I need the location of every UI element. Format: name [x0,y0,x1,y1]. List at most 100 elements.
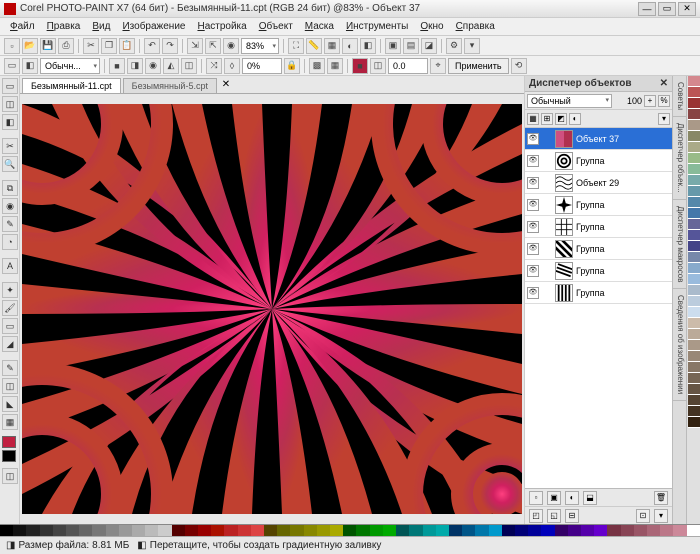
swatch[interactable] [172,525,185,536]
swatch[interactable] [688,329,700,340]
docker-tab[interactable]: Диспетчер объек... [673,117,686,200]
opacity-value[interactable]: 100 [614,96,642,106]
apply-button[interactable]: Применить [448,58,509,74]
docker-tab[interactable]: Диспетчер макросов [673,200,686,290]
transparency-tool-icon[interactable]: ▦ [2,414,18,430]
swatch[interactable] [277,525,290,536]
lock-icon[interactable]: 🔒 [284,58,300,74]
swatch[interactable] [92,525,105,536]
swatch[interactable] [53,525,66,536]
swatch[interactable] [304,525,317,536]
app2-icon[interactable]: ▤ [403,38,419,54]
document-tab[interactable]: Безымянный-5.cpt [123,78,217,93]
swatch[interactable] [688,296,700,307]
close-button[interactable]: ✕ [678,2,696,16]
lock-slot[interactable] [542,265,552,277]
blend-combo[interactable]: Обычн... [40,58,100,74]
visibility-icon[interactable]: 👁 [527,177,539,189]
visibility-icon[interactable]: 👁 [527,287,539,299]
swatch[interactable] [290,525,303,536]
picker-icon[interactable]: ⌖ [430,58,446,74]
swatch[interactable] [660,525,673,536]
ruler-icon[interactable]: 📏 [306,38,322,54]
layer-row[interactable]: 👁Группа [525,150,672,172]
lock-slot[interactable] [542,243,552,255]
swatch[interactable] [264,525,277,536]
app3-icon[interactable]: ◪ [421,38,437,54]
liquid-tool-icon[interactable]: ◔ [2,234,18,250]
swatch[interactable] [330,525,343,536]
swatch[interactable] [396,525,409,536]
swatch[interactable] [370,525,383,536]
clone-tool-icon[interactable]: ⧉ [2,180,18,196]
lock-slot[interactable] [542,177,552,189]
swatch[interactable] [462,525,475,536]
swatch[interactable] [688,307,700,318]
swatch[interactable] [688,373,700,384]
lock-slot[interactable] [542,155,552,167]
fill-conical-icon[interactable]: ◭ [163,58,179,74]
rect-tool-icon[interactable]: ▭ [4,58,20,74]
swatch[interactable] [555,525,568,536]
swatch[interactable] [647,525,660,536]
swatch[interactable] [79,525,92,536]
swatch[interactable] [185,525,198,536]
merge-icon[interactable]: ▦ [327,58,343,74]
swatch[interactable] [449,525,462,536]
swatch[interactable] [383,525,396,536]
swatch[interactable] [688,142,700,153]
shadow-tool-icon[interactable]: ◣ [2,396,18,412]
menu-инструменты[interactable]: Инструменты [340,19,414,34]
swatch[interactable] [145,525,158,536]
zoom-tool-icon[interactable]: 🔍 [2,156,18,172]
lock-pixel-icon[interactable]: ◩ [555,113,567,125]
swatch[interactable] [423,525,436,536]
layer-row[interactable]: 👁Объект 29 [525,172,672,194]
swatch[interactable] [541,525,554,536]
brush-tool-icon[interactable]: 🖌 [2,300,18,316]
visibility-icon[interactable]: 👁 [527,243,539,255]
swatch[interactable] [688,406,700,417]
swatch[interactable] [688,263,700,274]
redeye-tool-icon[interactable]: ◉ [2,198,18,214]
swatch[interactable] [688,186,700,197]
combine-icon[interactable]: ⬓ [583,491,597,505]
swatch[interactable] [238,525,251,536]
swatch[interactable] [688,362,700,373]
panel-close-icon[interactable]: ✕ [660,78,668,89]
swatch[interactable] [634,525,647,536]
swatch[interactable] [0,525,13,536]
swatch[interactable] [198,525,211,536]
swatch[interactable] [26,525,39,536]
swatch[interactable] [132,525,145,536]
reset-colors-icon[interactable]: ◫ [2,468,18,484]
eyedrop-tool-icon[interactable]: ✎ [2,360,18,376]
swatch[interactable] [119,525,132,536]
launch-icon[interactable]: ◉ [223,38,239,54]
lock-slot[interactable] [542,287,552,299]
visibility-icon[interactable]: 👁 [527,133,539,145]
mask-layer-icon[interactable]: ◐ [565,491,579,505]
menu-файл[interactable]: Файл [4,19,41,34]
swatch[interactable] [688,274,700,285]
swatch[interactable] [688,120,700,131]
swatch[interactable] [211,525,224,536]
redo-icon[interactable]: ↷ [162,38,178,54]
fill-linear-icon[interactable]: ◨ [127,58,143,74]
stroke-icon[interactable]: ◫ [370,58,386,74]
delete-layer-icon[interactable]: 🗑 [654,491,668,505]
swatch[interactable] [688,175,700,186]
effect-tool-icon[interactable]: ✦ [2,282,18,298]
swatch[interactable] [688,285,700,296]
swatch[interactable] [688,395,700,406]
help-icon[interactable]: ▾ [464,38,480,54]
blend-mode-combo[interactable]: Обычный [527,94,612,108]
layer-row[interactable]: 👁Группа [525,238,672,260]
width-spin[interactable]: 0.0 [388,58,428,74]
swatch[interactable] [224,525,237,536]
tab-close-icon[interactable]: ✕ [219,79,233,93]
swatch[interactable] [607,525,620,536]
swatch[interactable] [502,525,515,536]
docker-tab[interactable]: Сведения об изображении [673,289,686,401]
app1-icon[interactable]: ▣ [385,38,401,54]
